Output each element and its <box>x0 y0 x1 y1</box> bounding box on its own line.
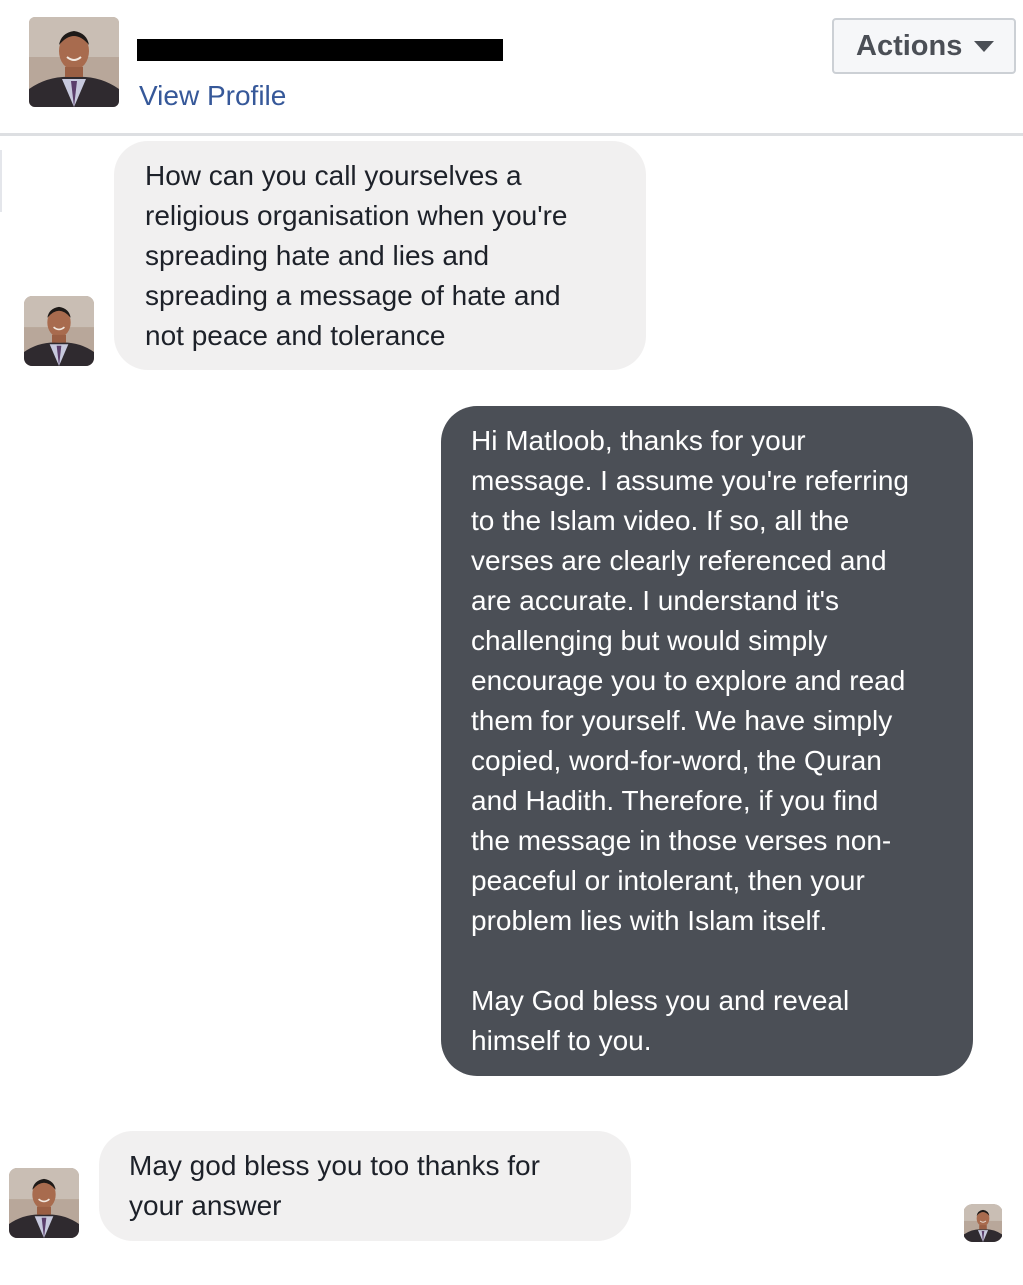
user-photo-icon <box>24 296 94 366</box>
outgoing-message-bubble[interactable]: Hi Matloob, thanks for your message. I a… <box>441 406 973 1076</box>
conversation-header: View Profile Actions <box>0 0 1023 134</box>
actions-label: Actions <box>856 29 963 62</box>
user-photo-icon <box>9 1168 79 1238</box>
seen-indicator-avatar <box>963 1204 1003 1242</box>
header-divider <box>0 133 1023 136</box>
user-photo-icon <box>29 17 119 107</box>
actions-dropdown-button[interactable]: Actions <box>832 18 1016 74</box>
caret-down-icon <box>974 40 995 52</box>
incoming-message-bubble[interactable]: How can you call yourselves a religious … <box>114 141 646 370</box>
contact-avatar[interactable] <box>29 17 119 107</box>
user-photo-icon <box>963 1204 1003 1242</box>
sender-avatar[interactable] <box>9 1168 79 1238</box>
view-profile-link[interactable]: View Profile <box>139 80 286 112</box>
sender-avatar[interactable] <box>24 296 94 366</box>
incoming-message-bubble[interactable]: May god bless you too thanks for your an… <box>99 1131 631 1241</box>
redacted-contact-name <box>137 39 503 61</box>
scroll-edge <box>0 150 2 212</box>
